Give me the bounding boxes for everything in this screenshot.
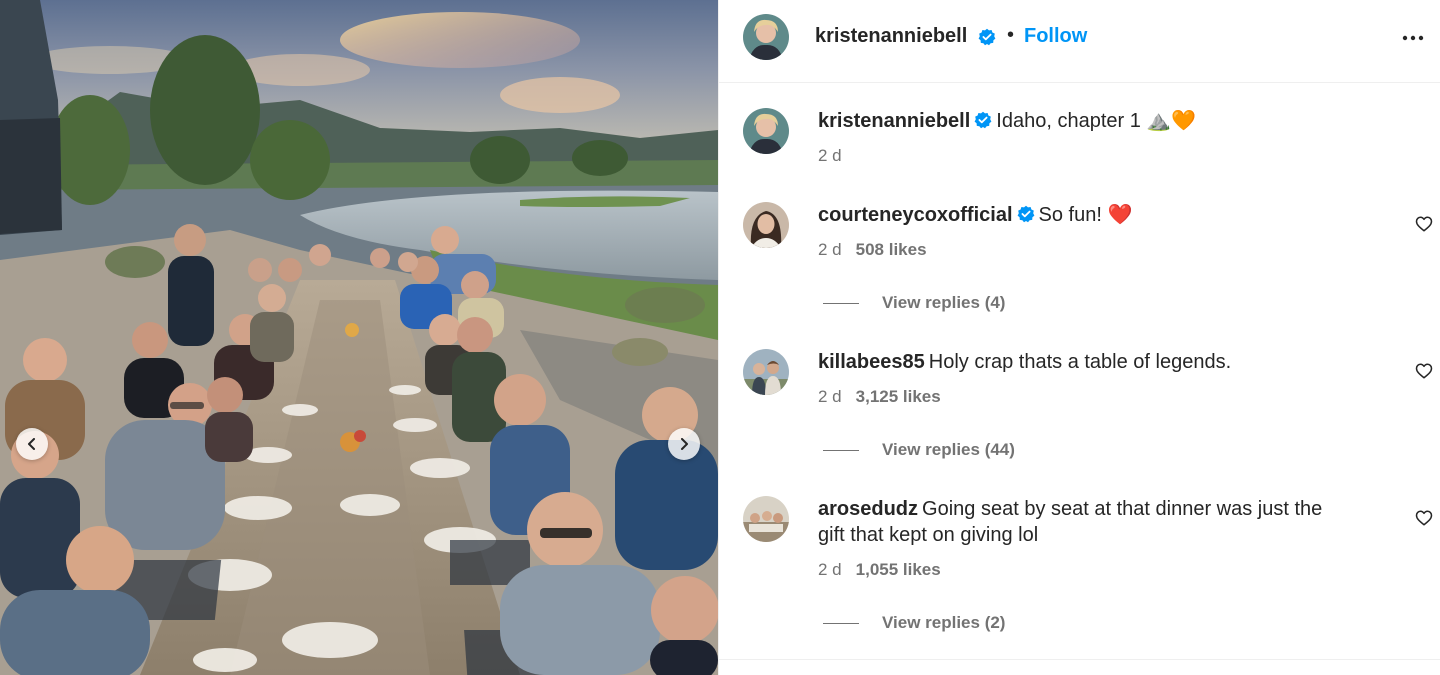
comment-line-continued: gift that kept on giving lol: [818, 522, 1038, 548]
comment-line: arosedudz Going seat by seat at that dinn…: [818, 496, 1322, 522]
comment-timestamp[interactable]: 2 d: [818, 387, 842, 406]
replies-divider: [823, 449, 859, 451]
chevron-right-icon: [681, 438, 688, 450]
view-replies-label: View replies (4): [882, 293, 1006, 312]
comment-username[interactable]: courteneycoxofficial: [818, 204, 1013, 226]
comment-line: killabees85 Holy crap thats a table of le…: [818, 349, 1231, 375]
verified-badge-icon: [1017, 205, 1034, 223]
dinner-photo-image: [0, 0, 718, 675]
commenter-avatar[interactable]: [743, 202, 789, 248]
verified-badge-icon: [978, 28, 996, 46]
comment-line: courteneycoxofficial So fun! ❤️: [818, 202, 1132, 228]
caption-meta: 2 d: [818, 146, 842, 166]
replies-divider: [823, 622, 859, 624]
caption-timestamp[interactable]: 2 d: [818, 146, 842, 165]
verified-badge-icon: [974, 111, 992, 129]
caption-avatar[interactable]: [743, 108, 789, 154]
comment-text: Holy crap thats a table of legends.: [928, 351, 1232, 373]
comment-username[interactable]: arosedudz: [818, 498, 918, 520]
comment-text: Going seat by seat at that dinner was ju…: [922, 498, 1323, 520]
caption-line: kristenanniebell Idaho, chapter 1 ⛰️🧡: [818, 108, 1196, 134]
next-photo-button[interactable]: [668, 428, 700, 460]
comment-likes[interactable]: 3,125 likes: [856, 387, 941, 406]
commenter-avatar[interactable]: [743, 496, 789, 542]
comment-meta: 2 d 508 likes: [818, 240, 927, 260]
comment-likes[interactable]: 1,055 likes: [856, 560, 941, 579]
previous-photo-button[interactable]: [16, 428, 48, 460]
panel-divider: [719, 659, 1440, 660]
view-replies-button[interactable]: View replies (44): [823, 440, 1015, 460]
header-separator: •: [1007, 24, 1015, 46]
comment-likes[interactable]: 508 likes: [856, 240, 927, 259]
view-replies-button[interactable]: View replies (4): [823, 293, 1005, 313]
commenter-avatar[interactable]: [743, 349, 789, 395]
follow-button[interactable]: Follow: [1024, 25, 1087, 48]
heart-outline-icon[interactable]: [1415, 215, 1433, 233]
comment-text-continued: gift that kept on giving lol: [818, 524, 1039, 546]
view-replies-label: View replies (44): [882, 440, 1015, 459]
comment-meta: 2 d 3,125 likes: [818, 387, 941, 407]
view-replies-label: View replies (2): [882, 613, 1006, 632]
chevron-left-icon: [28, 438, 35, 450]
comment-username[interactable]: killabees85: [818, 351, 925, 373]
heart-outline-icon[interactable]: [1415, 509, 1433, 527]
comment-timestamp[interactable]: 2 d: [818, 560, 842, 579]
view-replies-button[interactable]: View replies (2): [823, 613, 1005, 633]
post-header: kristenanniebell • Follow: [719, 0, 1440, 83]
caption-username[interactable]: kristenanniebell: [818, 110, 970, 132]
author-avatar[interactable]: [743, 14, 789, 60]
more-horizontal-icon[interactable]: [1401, 26, 1425, 50]
comment-text: So fun! ❤️: [1038, 204, 1133, 226]
author-username[interactable]: kristenanniebell: [815, 25, 967, 48]
caption-text: Idaho, chapter 1 ⛰️🧡: [996, 110, 1197, 132]
post-photo: [0, 0, 718, 675]
heart-outline-icon[interactable]: [1415, 362, 1433, 380]
post-details-panel: kristenanniebell • Follow kristenanniebe…: [718, 0, 1440, 675]
comment-meta: 2 d 1,055 likes: [818, 560, 941, 580]
replies-divider: [823, 302, 859, 304]
comment-timestamp[interactable]: 2 d: [818, 240, 842, 259]
